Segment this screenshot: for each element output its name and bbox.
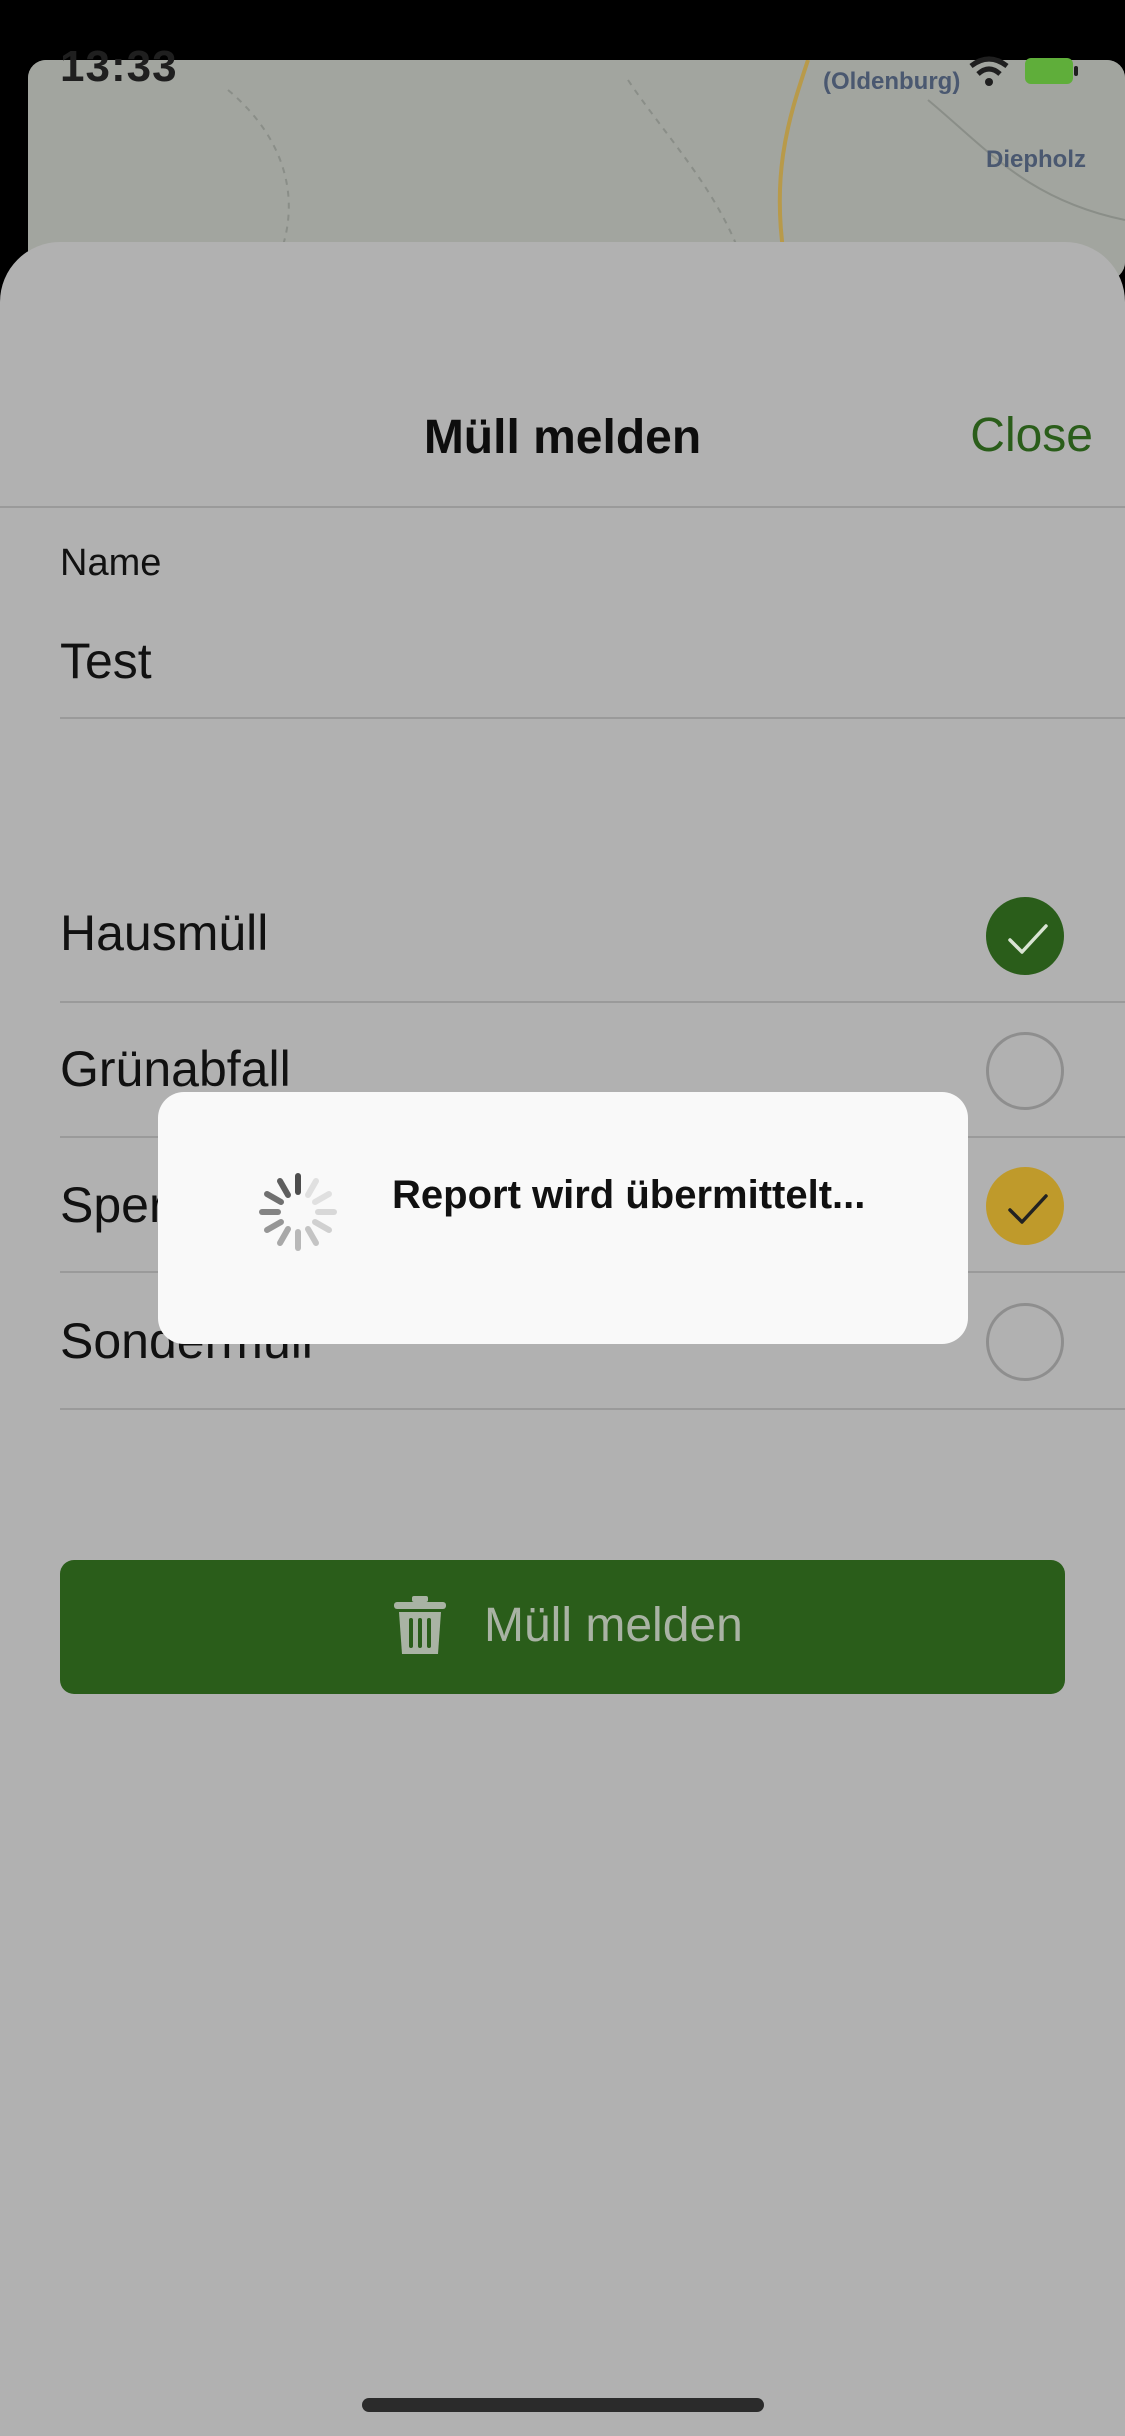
map-label-oldenburg: (Oldenburg) [823, 68, 961, 95]
loading-hud: Report wird übermittelt... [158, 1092, 968, 1344]
name-field-label: Name [60, 542, 162, 584]
option-divider [60, 1001, 1125, 1003]
checkmark-icon [1008, 1194, 1048, 1224]
option-label-hausmuell: Hausmüll [60, 905, 269, 961]
home-indicator[interactable] [362, 2398, 764, 2412]
map-label-diepholz: Diepholz [986, 146, 1086, 173]
checkmark-icon [1008, 924, 1048, 954]
submit-button-label: Müll melden [484, 1599, 743, 1652]
option-label-gruenabfall: Grünabfall [60, 1041, 291, 1097]
loading-message: Report wird übermittelt... [392, 1173, 866, 1217]
option-checkbox-gruenabfall[interactable] [986, 1032, 1064, 1110]
header-divider [0, 506, 1125, 508]
status-icons [965, 52, 1085, 97]
sheet-title: Müll melden [423, 411, 702, 464]
spinner-icon [259, 1173, 337, 1251]
wifi-icon [969, 56, 1009, 86]
name-field-divider [60, 717, 1125, 719]
battery-icon [1025, 58, 1078, 84]
option-checkbox-sperrmuell[interactable] [986, 1167, 1064, 1245]
option-checkbox-sondermuell[interactable] [986, 1303, 1064, 1381]
submit-report-button[interactable]: Müll melden [60, 1560, 1065, 1694]
name-field[interactable]: Test [60, 632, 152, 690]
status-time: 13:33 [60, 42, 178, 91]
option-divider [60, 1408, 1125, 1410]
close-button[interactable]: Close [970, 408, 1093, 463]
trash-icon [394, 1596, 446, 1654]
option-checkbox-hausmuell[interactable] [986, 897, 1064, 975]
